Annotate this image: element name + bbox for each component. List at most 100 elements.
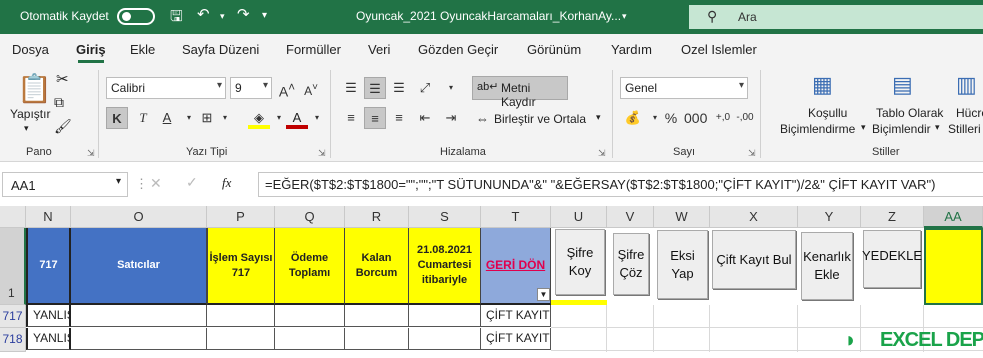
alignment-launcher-icon[interactable]: ⇲ — [598, 148, 606, 159]
tab-ekle[interactable]: Ekle — [130, 42, 155, 57]
format-as-table-label-2[interactable]: Biçimlendir — [872, 122, 931, 136]
formula-input[interactable]: =EĞER($T$2:$T$1800="";"";"T SÜTUNUNDA"&"… — [258, 172, 983, 197]
borders-dropdown-icon[interactable]: ▾ — [214, 107, 236, 129]
increase-decimal-icon[interactable]: +,0 — [712, 107, 734, 129]
paste-label[interactable]: Yapıştır — [10, 107, 50, 121]
format-as-table-label-1[interactable]: Tablo Olarak — [876, 106, 943, 120]
format-painter-icon[interactable]: 🖌 — [54, 118, 72, 135]
cell-styles-label-1[interactable]: Hücre — [956, 106, 983, 120]
conditional-format-label-2[interactable]: Biçimlendirme — [780, 122, 855, 136]
font-color-icon[interactable]: A — [286, 107, 308, 129]
comma-style-icon[interactable]: 000 — [684, 107, 707, 129]
selected-cell-aa1[interactable] — [924, 228, 983, 305]
column-header[interactable]: O — [71, 206, 207, 228]
insert-function-icon[interactable]: fx — [222, 175, 231, 191]
conditional-format-label-1[interactable]: Koşullu — [808, 106, 847, 120]
title-dropdown-icon[interactable]: ▾ — [622, 11, 627, 22]
pano-launcher-icon[interactable]: ⇲ — [87, 148, 95, 159]
customize-toolbar-icon[interactable]: ▾ — [262, 10, 267, 21]
tab-ozel-islemler[interactable]: Ozel Islemler — [681, 42, 757, 57]
number-launcher-icon[interactable]: ⇲ — [748, 148, 756, 159]
column-header[interactable]: V — [607, 206, 654, 228]
merge-dropdown-icon[interactable]: ▾ — [596, 112, 601, 123]
tab-sayfa-duzeni[interactable]: Sayfa Düzeni — [182, 42, 259, 57]
cell-q718[interactable] — [275, 328, 345, 350]
align-middle-icon[interactable]: ☰ — [364, 77, 386, 99]
enter-icon[interactable]: ✓ — [186, 174, 198, 191]
increase-indent-icon[interactable]: ⇥ — [440, 107, 462, 129]
tab-yardim[interactable]: Yardım — [611, 42, 652, 57]
cell-o718[interactable] — [71, 328, 207, 350]
header-cell-saticilar[interactable]: Satıcılar — [71, 228, 207, 305]
format-as-table-icon[interactable]: ▤ — [892, 72, 913, 98]
fill-color-icon[interactable]: ◈ — [248, 107, 270, 129]
row-header[interactable]: 717 — [0, 305, 26, 328]
percent-icon[interactable]: % — [660, 107, 682, 129]
font-color-dropdown-icon[interactable]: ▾ — [306, 107, 328, 129]
header-cell-date[interactable]: 21.08.2021 Cumartesi itibariyle — [409, 228, 481, 305]
header-cell-islem-sayisi[interactable]: İşlem Sayısı 717 — [207, 228, 275, 305]
column-header[interactable]: S — [409, 206, 481, 228]
eksi-yap-button[interactable]: Eksi Yap — [657, 230, 708, 299]
cell-q717[interactable] — [275, 305, 345, 327]
column-header[interactable]: Q — [275, 206, 345, 228]
underline-button[interactable]: A — [156, 107, 178, 129]
column-header[interactable]: U — [551, 206, 607, 228]
italic-button[interactable]: T — [132, 107, 154, 129]
name-box[interactable]: AA1 — [2, 172, 128, 197]
increase-font-icon[interactable]: A˄ — [276, 77, 298, 100]
merge-icon[interactable]: ⇔ — [476, 111, 489, 126]
cell-styles-icon[interactable]: ▥ — [956, 72, 977, 98]
sifre-coz-button[interactable]: Şifre Çöz — [613, 233, 649, 295]
tab-formuller[interactable]: Formüller — [286, 42, 341, 57]
column-header[interactable]: Y — [798, 206, 861, 228]
column-header[interactable]: N — [26, 206, 71, 228]
select-all-corner[interactable] — [0, 206, 26, 228]
cell-t717[interactable]: ÇİFT KAYIT — [481, 305, 551, 327]
align-left-icon[interactable]: ≡ — [340, 107, 362, 129]
cut-icon[interactable]: ✂ — [56, 70, 69, 88]
undo-icon[interactable]: ↶ — [197, 5, 210, 23]
align-center-icon[interactable]: ≡ — [364, 107, 386, 129]
decrease-font-icon[interactable]: A˅ — [300, 77, 322, 99]
cell-n718[interactable]: YANLIŞ — [26, 328, 71, 350]
header-cell-kalan-borcum[interactable]: Kalan Borcum — [345, 228, 409, 305]
tab-gorunum[interactable]: Görünüm — [527, 42, 581, 57]
cell-r717[interactable] — [345, 305, 409, 327]
cell-s718[interactable] — [409, 328, 481, 350]
tab-giris[interactable]: Giriş — [76, 42, 106, 57]
column-header[interactable]: P — [207, 206, 275, 228]
cell-r718[interactable] — [345, 328, 409, 350]
orientation-dropdown-icon[interactable]: ▾ — [440, 77, 462, 99]
currency-icon[interactable]: 💰 — [622, 107, 644, 129]
font-launcher-icon[interactable]: ⇲ — [318, 148, 326, 159]
autosave-toggle[interactable] — [117, 8, 155, 25]
search-box[interactable]: ⚲ Ara — [689, 5, 983, 29]
font-size-combo[interactable]: 9 ▾ — [230, 77, 272, 99]
name-box-dropdown-icon[interactable]: ▾ — [116, 176, 121, 187]
column-header[interactable]: Z — [861, 206, 924, 228]
save-icon[interactable]: 🖫 — [170, 6, 183, 31]
column-header[interactable]: T — [481, 206, 551, 228]
wrap-text-button[interactable]: ab↵ Metni Kaydır — [472, 76, 568, 109]
paste-dropdown-icon[interactable]: ▾ — [24, 123, 29, 134]
kenarlik-ekle-button[interactable]: Kenarlık Ekle — [801, 232, 853, 300]
merge-center-button[interactable]: Birleştir ve Ortala — [494, 112, 586, 126]
header-cell-odeme-toplami[interactable]: Ödeme Toplamı — [275, 228, 345, 305]
bold-button[interactable]: K — [106, 107, 128, 129]
number-format-combo[interactable]: Genel ▾ — [620, 77, 748, 99]
row-header[interactable]: 718 — [0, 328, 26, 352]
conditional-format-dropdown-icon[interactable]: ▾ — [861, 122, 866, 133]
undo-dropdown-icon[interactable]: ▾ — [220, 11, 225, 22]
align-top-icon[interactable]: ☰ — [340, 77, 362, 99]
column-header[interactable]: W — [654, 206, 710, 228]
conditional-format-icon[interactable]: ▦ — [812, 72, 833, 98]
column-header-selected[interactable]: AA — [924, 206, 983, 228]
yedekle-button[interactable]: YEDEKLE — [862, 230, 922, 288]
format-as-table-dropdown-icon[interactable]: ▾ — [935, 122, 940, 133]
decrease-decimal-icon[interactable]: -,00 — [734, 107, 756, 129]
cell-o717[interactable] — [71, 305, 207, 327]
align-right-icon[interactable]: ≡ — [388, 107, 410, 129]
tab-veri[interactable]: Veri — [368, 42, 390, 57]
paste-icon[interactable]: 📋 — [17, 72, 52, 105]
